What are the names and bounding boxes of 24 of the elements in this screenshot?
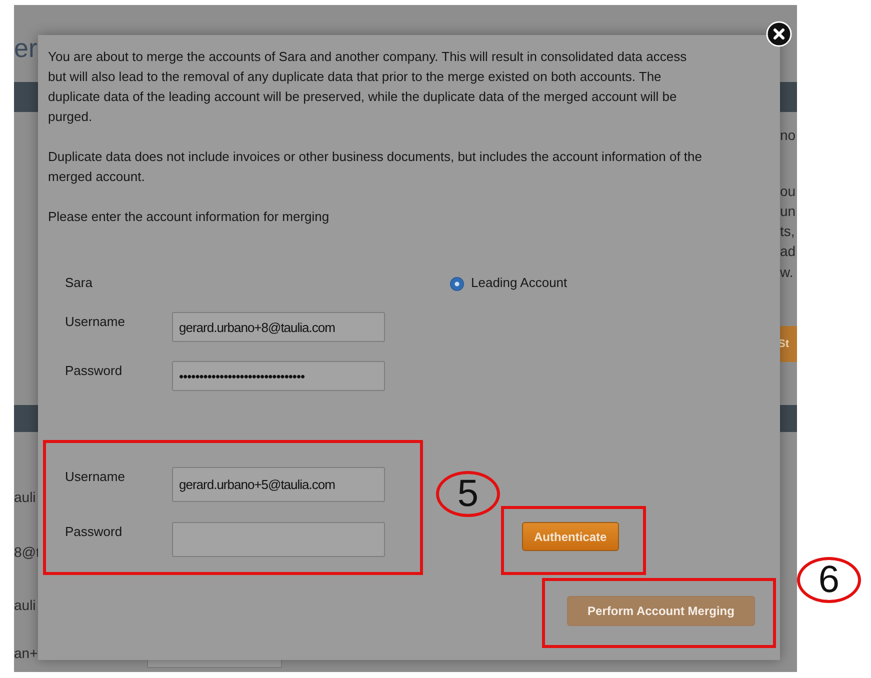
- text-fragment: w.: [780, 264, 794, 280]
- dialog-paragraph: Please enter the account information for merging: [48, 208, 330, 226]
- step-number: 5: [436, 471, 500, 517]
- dialog-paragraph: Duplicate data does not include invoices or other business documents, but includes the account information of the merged account.: [48, 148, 703, 186]
- text-fragment: an+: [14, 645, 38, 661]
- input-field[interactable]: •••••••••••••••••••••••••••••••: [172, 361, 385, 391]
- text-fragment: no: [780, 127, 796, 143]
- text-fragment: auli: [14, 597, 36, 613]
- field-label: Password: [65, 523, 124, 541]
- field-label: Password: [65, 362, 124, 380]
- text-fragment: ou: [780, 183, 796, 199]
- input-field[interactable]: gerard.urbano+5@taulia.com: [172, 467, 385, 502]
- text-fragment: auli: [14, 489, 36, 505]
- account-name: Sara: [65, 274, 94, 292]
- dialog-paragraph: You are about to merge the accounts of Sara and another company. This will result in consolidated data access but will also lead to the removal of any duplicate data that prior to the merge existed on both accounts. The duplicate data of the leading account will be preserved, while the duplicate data of the merged account will be purged.: [48, 48, 688, 126]
- field-label: Username: [65, 468, 126, 486]
- text-fragment: ad: [780, 243, 796, 259]
- field-label: Username: [65, 313, 126, 331]
- text-fragment: un: [780, 203, 796, 219]
- heading-fragment: er: [14, 33, 38, 64]
- input-field[interactable]: gerard.urbano+8@taulia.com: [172, 312, 385, 342]
- text-fragment: ts,: [780, 223, 795, 239]
- radio-label[interactable]: Leading Account: [471, 274, 568, 290]
- step-number: 6: [797, 557, 861, 603]
